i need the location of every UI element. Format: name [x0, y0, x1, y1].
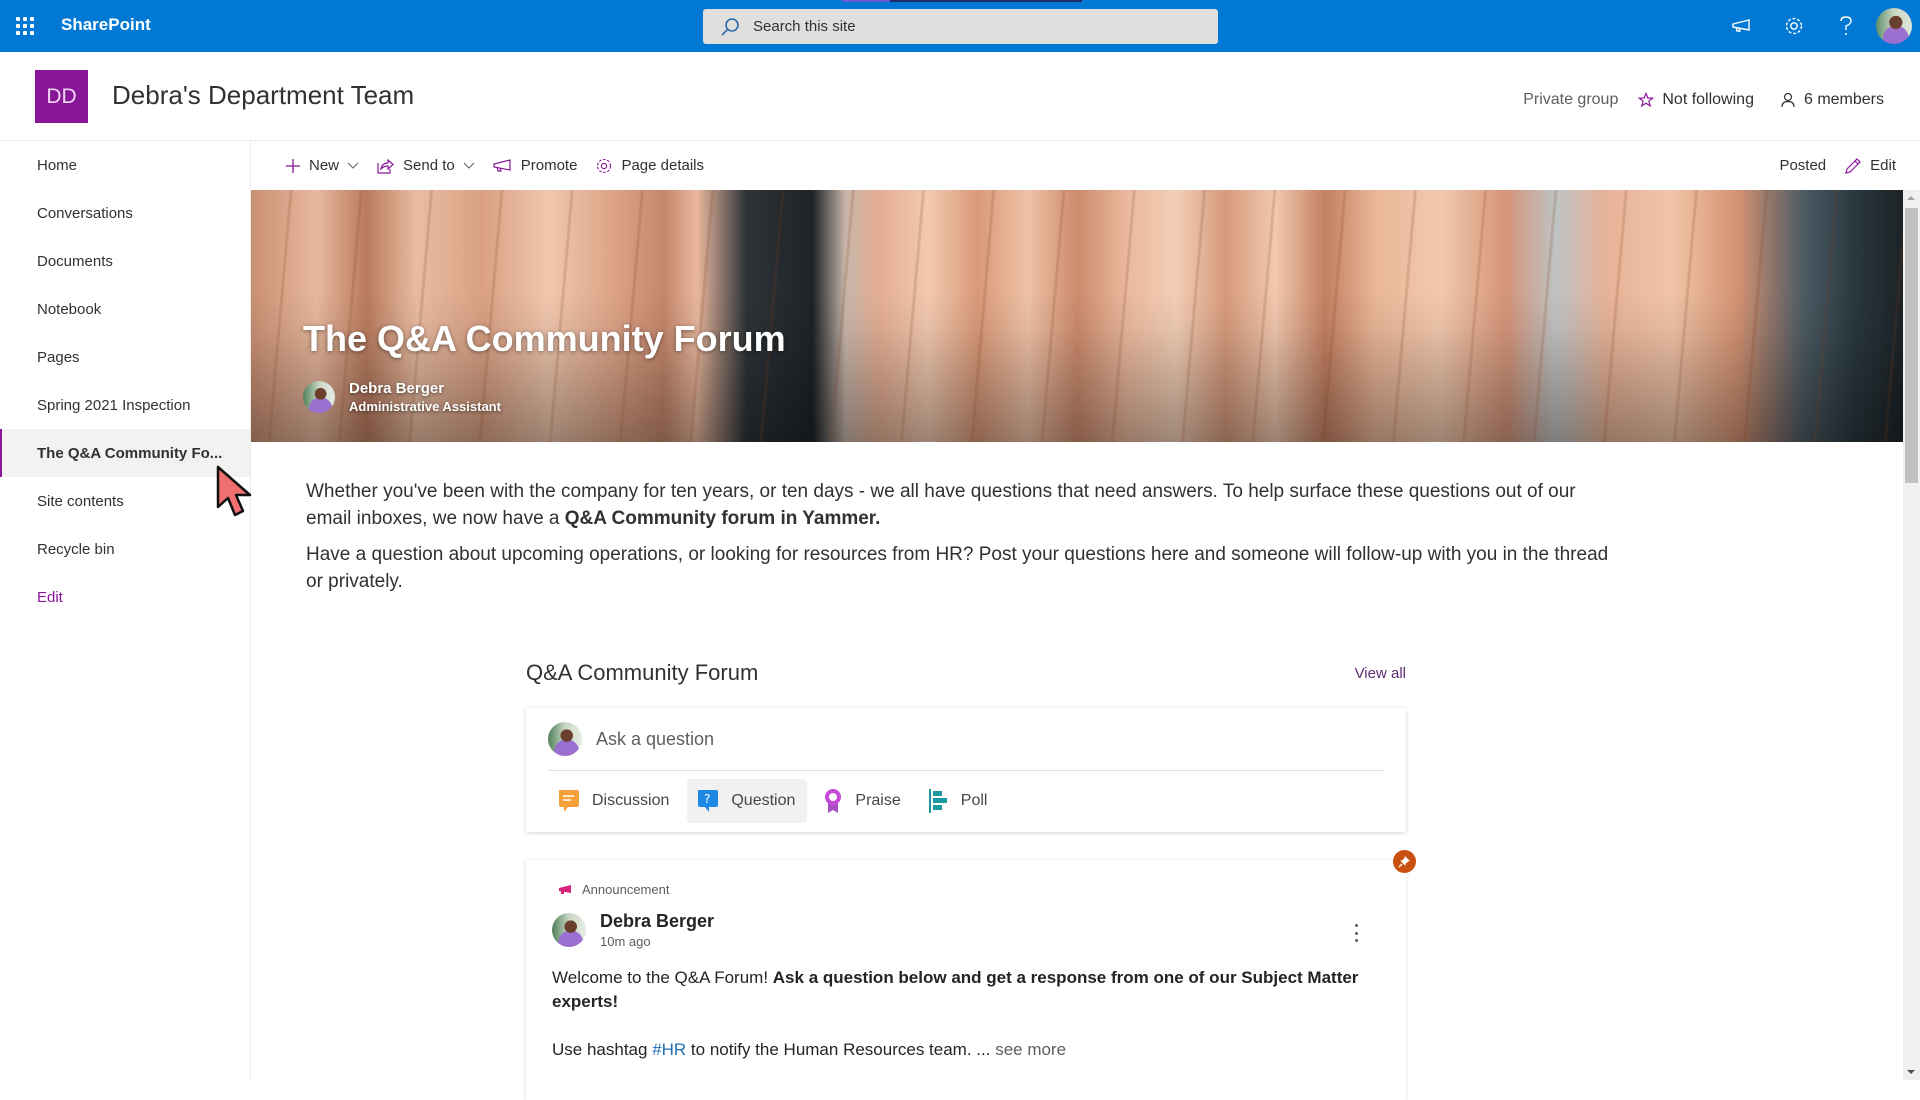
- chevron-down-icon: [463, 162, 475, 169]
- post-type-praise[interactable]: Praise: [813, 779, 912, 823]
- hashtag-link[interactable]: #HR: [652, 1040, 686, 1059]
- privacy-label: Private group: [1523, 91, 1619, 108]
- suite-bar: SharePoint Search this site: [0, 0, 1920, 52]
- megaphone-icon: [493, 158, 511, 172]
- post-body: Welcome to the Q&A Forum! Ask a question…: [552, 968, 1359, 1059]
- chevron-down-icon: [347, 162, 359, 169]
- search-icon: [721, 17, 739, 36]
- user-avatar: [548, 722, 582, 756]
- announcement-megaphone-icon: [559, 884, 571, 894]
- nav-edit-link[interactable]: Edit: [0, 573, 250, 621]
- send-to-label: Send to: [403, 157, 455, 174]
- share-icon: [377, 158, 394, 174]
- nav-item-site-contents[interactable]: Site contents: [0, 477, 250, 525]
- intro-paragraph: Whether you've been with the company for…: [306, 481, 1576, 529]
- discussion-icon: [559, 790, 579, 812]
- new-button[interactable]: New: [285, 157, 359, 174]
- settings-gear-icon[interactable]: [1768, 0, 1820, 52]
- profile-avatar[interactable]: [1876, 8, 1912, 44]
- nav-item-home[interactable]: Home: [0, 141, 250, 189]
- post-type-poll[interactable]: Poll: [919, 779, 1000, 823]
- post-timestamp[interactable]: 10m ago: [600, 934, 714, 949]
- megaphone-icon[interactable]: [1716, 0, 1768, 52]
- edit-label: Edit: [1870, 157, 1896, 174]
- search-input[interactable]: Search this site: [703, 9, 1218, 44]
- site-logo[interactable]: DD: [35, 70, 88, 123]
- site-title[interactable]: Debra's Department Team: [112, 80, 414, 111]
- app-launcher-waffle-icon[interactable]: [14, 15, 36, 37]
- poll-icon: [928, 789, 947, 813]
- scroll-up-arrow-icon[interactable]: [1907, 196, 1915, 200]
- edit-page-button[interactable]: Edit: [1844, 157, 1896, 175]
- follow-label: Not following: [1662, 91, 1754, 108]
- post-author-name[interactable]: Debra Berger: [600, 911, 714, 932]
- question-icon: ?: [698, 790, 719, 812]
- members-button[interactable]: 6 members: [1780, 91, 1884, 109]
- webpart-title: Q&A Community Forum: [526, 660, 759, 685]
- follow-button[interactable]: Not following: [1638, 91, 1754, 109]
- search-placeholder: Search this site: [753, 18, 856, 35]
- page-author[interactable]: Debra Berger Administrative Assistant: [303, 380, 501, 414]
- new-label: New: [309, 157, 340, 174]
- second-paragraph: Have a question about upcoming operation…: [306, 544, 1609, 592]
- pin-icon: [1393, 850, 1416, 873]
- nav-item-qa-community-forum[interactable]: The Q&A Community Fo...: [0, 429, 250, 477]
- ask-question-input[interactable]: Ask a question: [596, 729, 714, 750]
- intro-bold: Q&A Community forum in Yammer.: [564, 508, 881, 529]
- send-to-button[interactable]: Send to: [377, 157, 475, 174]
- post-author-avatar[interactable]: [552, 913, 586, 947]
- view-all-link[interactable]: View all: [1355, 665, 1406, 682]
- post-type-question[interactable]: ? Question: [687, 779, 808, 823]
- see-more-link[interactable]: see more: [995, 1040, 1066, 1059]
- author-avatar: [303, 381, 335, 413]
- hero-banner: The Q&A Community Forum Debra Berger Adm…: [251, 190, 1903, 442]
- promote-button[interactable]: Promote: [493, 157, 578, 174]
- nav-item-spring-2021-inspection[interactable]: Spring 2021 Inspection: [0, 381, 250, 429]
- nav-item-recycle-bin[interactable]: Recycle bin: [0, 525, 250, 573]
- gear-icon: [597, 158, 612, 173]
- page-details-button[interactable]: Page details: [595, 157, 704, 175]
- scrollbar-thumb[interactable]: [1905, 208, 1918, 483]
- help-icon[interactable]: [1820, 0, 1872, 52]
- more-options-icon[interactable]: [1346, 921, 1366, 945]
- command-bar: New Send to Promote Page details Posted …: [251, 141, 1920, 190]
- scroll-down-arrow-icon[interactable]: [1907, 1070, 1915, 1074]
- page-text: Whether you've been with the company for…: [306, 478, 1626, 604]
- page-title: The Q&A Community Forum: [303, 318, 786, 359]
- page-details-label: Page details: [621, 157, 704, 174]
- author-role: Administrative Assistant: [349, 399, 501, 414]
- app-name[interactable]: SharePoint: [61, 15, 151, 35]
- pencil-icon: [1845, 157, 1861, 174]
- loading-progress-bar: [842, 0, 1082, 2]
- post-type-label: Announcement: [558, 882, 1380, 897]
- members-label: 6 members: [1803, 91, 1884, 108]
- praise-ribbon-icon: [825, 789, 842, 813]
- post-composer: Ask a question Discussion ? Question Pra…: [526, 708, 1406, 832]
- svg-text:?: ?: [704, 792, 710, 806]
- page-scrollbar[interactable]: [1903, 190, 1920, 1080]
- site-header: DD Debra's Department Team Private group…: [0, 52, 1920, 141]
- announcement-post: Announcement Debra Berger 10m ago Welcom…: [526, 850, 1416, 1100]
- star-icon: [1638, 92, 1655, 108]
- plus-icon: [286, 158, 300, 173]
- post-type-discussion[interactable]: Discussion: [548, 779, 681, 823]
- nav-item-pages[interactable]: Pages: [0, 333, 250, 381]
- person-icon: [1781, 92, 1795, 108]
- page-status: Posted: [1779, 157, 1827, 174]
- nav-item-conversations[interactable]: Conversations: [0, 189, 250, 237]
- left-navigation: Home Conversations Documents Notebook Pa…: [0, 141, 251, 1080]
- promote-label: Promote: [520, 157, 578, 174]
- author-name: Debra Berger: [349, 380, 445, 397]
- nav-item-notebook[interactable]: Notebook: [0, 285, 250, 333]
- nav-item-documents[interactable]: Documents: [0, 237, 250, 285]
- yammer-webpart: Q&A Community Forum View all Ask a quest…: [526, 655, 1416, 1100]
